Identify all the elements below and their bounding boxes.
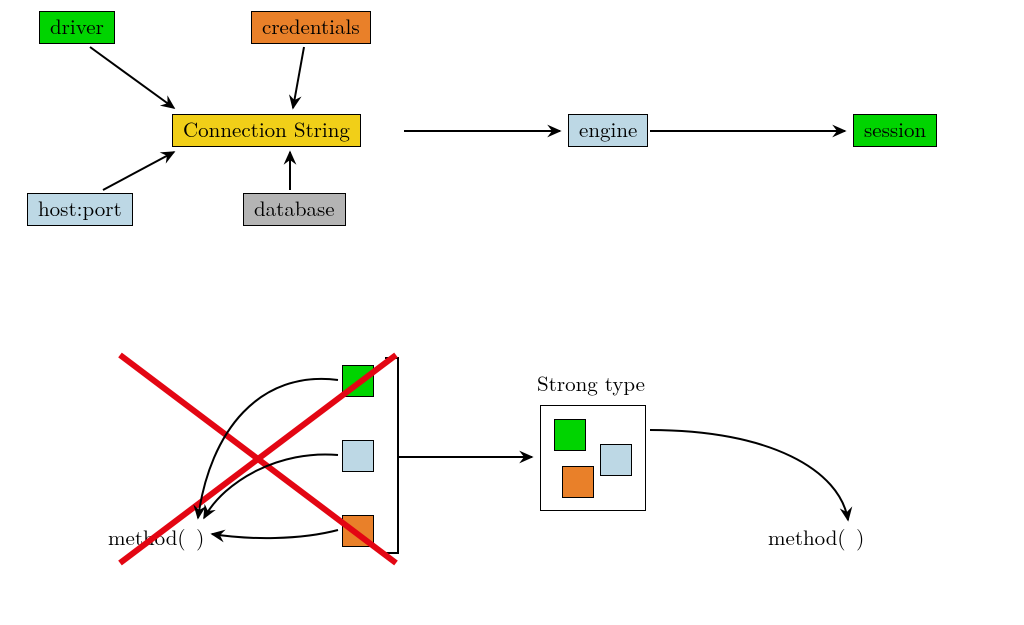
arrow-credentials-connstr [293, 47, 304, 108]
node-engine: engine [568, 114, 648, 147]
curve-blue-method [204, 454, 338, 518]
node-hostport: host:port [27, 193, 133, 226]
curve-green-method [198, 379, 338, 518]
node-hostport-label: host:port [38, 193, 122, 223]
node-connstr: Connection String [172, 114, 361, 147]
st-square-green [554, 419, 586, 451]
node-database: database [243, 193, 346, 226]
node-credentials-label: credentials [262, 11, 360, 41]
method-right-label: method( ) [768, 522, 864, 552]
left-square-blue [342, 440, 374, 472]
node-session: session [853, 114, 937, 147]
left-square-green [342, 365, 374, 397]
arrow-hostport-connstr [103, 152, 174, 190]
node-session-label: session [864, 114, 926, 144]
method-left-label: method( ) [108, 522, 204, 552]
strong-type-label: Strong type [537, 368, 645, 398]
node-credentials: credentials [251, 11, 371, 44]
curve-strongtype-method [650, 430, 848, 520]
node-driver-label: driver [50, 11, 104, 41]
st-square-orange [562, 466, 594, 498]
curve-orange-method [212, 530, 338, 538]
node-database-label: database [254, 193, 335, 223]
arrow-driver-connstr [90, 47, 174, 108]
st-square-blue [600, 444, 632, 476]
node-engine-label: engine [579, 114, 637, 144]
node-driver: driver [39, 11, 115, 44]
node-connstr-label: Connection String [183, 114, 350, 144]
left-square-orange [342, 515, 374, 547]
